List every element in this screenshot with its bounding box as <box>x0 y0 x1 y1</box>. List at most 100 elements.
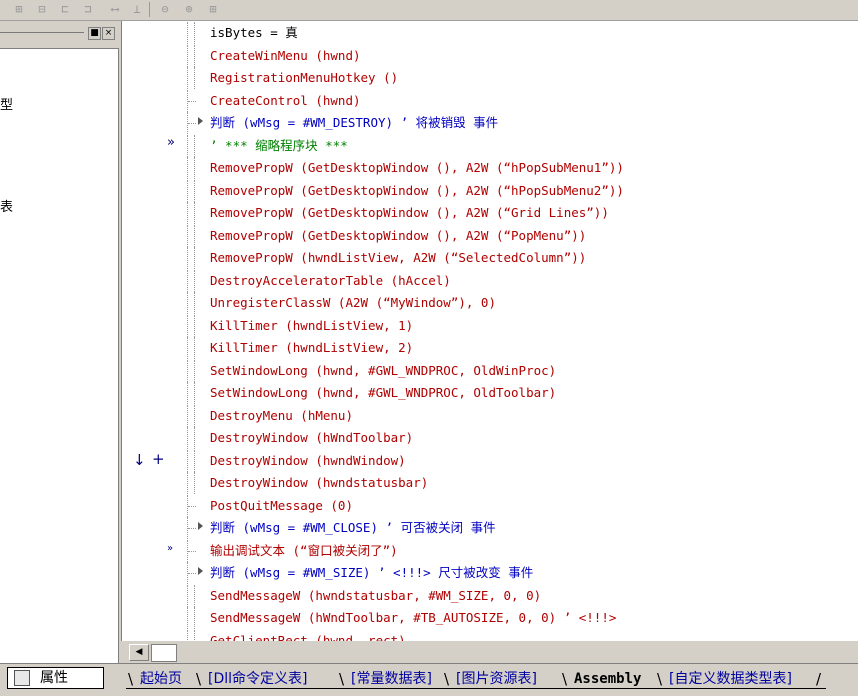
tree-guide <box>187 224 188 247</box>
code-line[interactable]: DestroyMenu (hMenu) <box>183 404 858 427</box>
toolbar: ⊞ ⊟ ⊏ ⊐ ⟷ ⊥ ⊖ ⊕ ⊞ <box>0 0 858 21</box>
bottom-bar: 属性 \ 起始页 \ [Dll命令定义表] \ [常量数据表] \ [图片资源表] \ Assem… <box>0 663 858 696</box>
code-line[interactable]: KillTimer (hwndListView, 2) <box>183 337 858 359</box>
code-line-text: RemovePropW (GetDesktopWindow (), A2W (“… <box>210 160 624 175</box>
left-panel-tree[interactable]: 型 表 <box>0 48 119 665</box>
tree-guide <box>194 404 195 427</box>
tree-branch <box>188 573 196 574</box>
tab-3[interactable]: [图片资源表] <box>456 668 537 690</box>
tree-guide <box>194 134 195 157</box>
run-marker-icon[interactable]: » <box>167 543 173 554</box>
code-line[interactable]: RemovePropW (GetDesktopWindow (), A2W (“… <box>183 202 858 224</box>
tree-guide <box>187 404 188 427</box>
hspace-icon[interactable]: ⟷ <box>106 1 124 17</box>
size-icon[interactable]: ⊞ <box>204 1 222 17</box>
tree-guide <box>194 67 195 89</box>
code-line[interactable]: RegistrationMenuHotkey () <box>183 67 858 89</box>
tree-guide <box>187 67 188 89</box>
code-line[interactable]: DestroyWindow (hwndstatusbar) <box>183 472 858 494</box>
properties-tab[interactable]: 属性 <box>7 667 104 689</box>
arrow-down-icon[interactable]: ↓ <box>133 451 146 469</box>
code-line[interactable]: RemovePropW (GetDesktopWindow (), A2W (“… <box>183 224 858 247</box>
align-right-icon[interactable]: ⊏ <box>56 1 74 17</box>
align-center-icon[interactable]: ⊟ <box>33 1 51 17</box>
tree-guide <box>187 449 188 472</box>
code-line[interactable]: CreateWinMenu (hwnd) <box>183 44 858 67</box>
tree-guide <box>194 584 195 607</box>
expand-icon[interactable] <box>198 522 203 530</box>
code-line[interactable]: RemovePropW (hwndListView, A2W (“Selecte… <box>183 247 858 269</box>
align-left-icon[interactable]: ⊞ <box>10 1 28 17</box>
code-line-text: UnregisterClassW (A2W (“MyWindow”), 0) <box>210 295 496 310</box>
tree-fragment: 型 <box>0 98 14 113</box>
tree-branch <box>188 100 196 102</box>
horizontal-scrollbar[interactable]: ◀ <box>121 641 858 663</box>
tree-branch <box>188 550 196 552</box>
align-justify-icon[interactable]: ⊐ <box>79 1 97 17</box>
tab-1[interactable]: [Dll命令定义表] <box>208 668 307 690</box>
code-line[interactable]: SetWindowLong (hwnd, #GWL_WNDPROC, OldWi… <box>183 359 858 382</box>
code-line-text: PostQuitMessage (0) <box>210 497 353 513</box>
code-line[interactable]: CreateControl (hwnd) <box>183 89 858 112</box>
code-line[interactable]: SetWindowLong (hwnd, #GWL_WNDPROC, OldTo… <box>183 382 858 404</box>
tab-separator: / <box>816 670 822 688</box>
scroll-left-icon[interactable]: ◀ <box>129 644 149 661</box>
tree-guide <box>194 157 195 179</box>
tree-guide <box>194 247 195 269</box>
code-line[interactable]: DestroyWindow (hwndWindow) <box>183 449 858 472</box>
expand-icon[interactable] <box>198 117 203 125</box>
code-line[interactable]: KillTimer (hwndListView, 1) <box>183 314 858 337</box>
expand-icon[interactable] <box>198 567 203 575</box>
close-icon[interactable]: × <box>102 27 115 40</box>
width-icon[interactable]: ⊖ <box>156 1 174 17</box>
vspace-icon[interactable]: ⊥ <box>128 1 146 17</box>
tab-separator: \ <box>196 670 202 688</box>
tree-guide <box>187 292 188 314</box>
code-line[interactable]: RemovePropW (GetDesktopWindow (), A2W (“… <box>183 179 858 202</box>
code-line[interactable]: 判断 (wMsg = #WM_CLOSE) ’ 可否被关闭 事件 <box>183 517 858 539</box>
plus-icon[interactable]: + <box>152 450 165 468</box>
tab-2[interactable]: [常量数据表] <box>351 668 432 690</box>
code-line[interactable]: GetClientRect (hwnd, rect) <box>183 629 858 641</box>
code-line[interactable]: 判断 (wMsg = #WM_SIZE) ’ <!!!> 尺寸被改变 事件 <box>183 562 858 584</box>
tree-branch <box>188 505 196 507</box>
code-line[interactable]: DestroyWindow (hWndToolbar) <box>183 427 858 449</box>
tab-5[interactable]: [自定义数据类型表] <box>669 668 792 690</box>
tree-guide <box>187 607 188 629</box>
height-icon[interactable]: ⊕ <box>180 1 198 17</box>
code-line[interactable]: RemovePropW (GetDesktopWindow (), A2W (“… <box>183 157 858 179</box>
code-line-text: 判断 (wMsg = #WM_SIZE) ’ <!!!> 尺寸被改变 事件 <box>210 565 534 580</box>
tab-separator: \ <box>339 670 345 688</box>
tree-guide <box>187 44 188 67</box>
tree-branch <box>188 123 196 124</box>
code-editor[interactable]: isBytes = 真 CreateWinMenu (hwnd) Registrat… <box>183 21 858 641</box>
tree-guide <box>187 179 188 202</box>
tree-guide <box>194 292 195 314</box>
code-line[interactable]: UnregisterClassW (A2W (“MyWindow”), 0) <box>183 292 858 314</box>
code-line[interactable]: 输出调试文本 (“窗口被关闭了”) <box>183 539 858 562</box>
code-line-text: 输出调试文本 (“窗口被关闭了”) <box>210 542 398 558</box>
code-line-text: SetWindowLong (hwnd, #GWL_WNDPROC, OldTo… <box>210 385 557 400</box>
code-line[interactable]: SendMessageW (hWndToolbar, #TB_AUTOSIZE,… <box>183 607 858 629</box>
tab-separator: \ <box>562 670 568 688</box>
tree-guide <box>187 584 188 607</box>
code-line-text: DestroyWindow (hwndWindow) <box>210 452 406 468</box>
code-line[interactable]: isBytes = 真 <box>183 22 858 44</box>
code-line[interactable]: ’ *** 缩略程序块 *** <box>183 134 858 157</box>
tree-guide <box>187 337 188 359</box>
code-line[interactable]: SendMessageW (hwndstatusbar, #WM_SIZE, 0… <box>183 584 858 607</box>
scroll-track[interactable] <box>151 644 177 662</box>
code-line-text: ’ *** 缩略程序块 *** <box>210 137 348 153</box>
code-line[interactable]: PostQuitMessage (0) <box>183 494 858 517</box>
code-line-text: CreateWinMenu (hwnd) <box>210 47 361 63</box>
collapse-marker-icon[interactable]: » <box>167 135 175 150</box>
tree-guide <box>187 359 188 382</box>
tree-guide <box>187 427 188 449</box>
tab-0[interactable]: 起始页 <box>140 668 182 690</box>
code-line[interactable]: DestroyAcceleratorTable (hAccel) <box>183 269 858 292</box>
code-line[interactable]: 判断 (wMsg = #WM_DESTROY) ’ 将被销毁 事件 <box>183 112 858 134</box>
tab-4[interactable]: Assembly <box>574 668 641 690</box>
minimize-icon[interactable]: ■ <box>88 27 101 40</box>
code-line-text: 判断 (wMsg = #WM_CLOSE) ’ 可否被关闭 事件 <box>210 520 496 535</box>
tree-guide <box>194 607 195 629</box>
